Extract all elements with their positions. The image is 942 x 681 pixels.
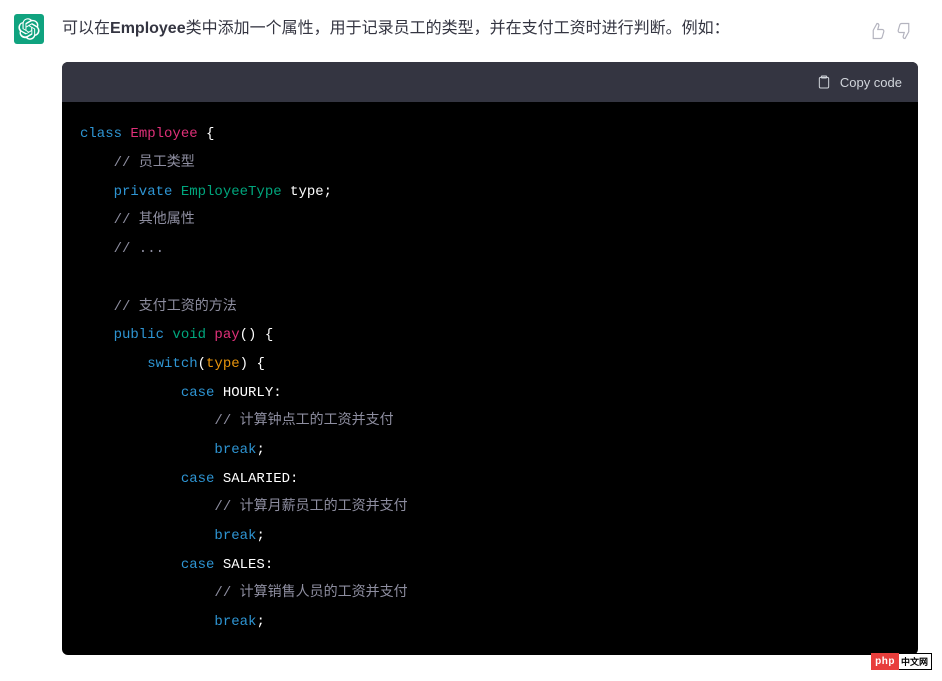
thumbs-down-button[interactable] bbox=[896, 22, 914, 40]
watermark: php 中文网 bbox=[871, 653, 932, 670]
openai-logo-icon bbox=[18, 18, 40, 40]
copy-code-label: Copy code bbox=[840, 75, 902, 90]
thumbs-up-icon bbox=[868, 22, 886, 40]
assistant-avatar bbox=[14, 14, 44, 44]
copy-code-button[interactable]: Copy code bbox=[816, 74, 902, 90]
clipboard-icon bbox=[816, 74, 832, 90]
message-text: 可以在Employee类中添加一个属性，用于记录员工的类型，并在支付工资时进行判… bbox=[62, 14, 918, 44]
message-body: 可以在Employee类中添加一个属性，用于记录员工的类型，并在支付工资时进行判… bbox=[62, 14, 918, 655]
code-block: Copy code class Employee { // 员工类型 priva… bbox=[62, 62, 918, 654]
thumbs-up-button[interactable] bbox=[868, 22, 886, 40]
thumbs-down-icon bbox=[896, 22, 914, 40]
watermark-left: php bbox=[871, 653, 899, 670]
assistant-message: 可以在Employee类中添加一个属性，用于记录员工的类型，并在支付工资时进行判… bbox=[0, 0, 942, 655]
feedback-buttons bbox=[868, 22, 914, 40]
code-header: Copy code bbox=[62, 62, 918, 102]
watermark-right: 中文网 bbox=[899, 653, 932, 670]
code-content: class Employee { // 员工类型 private Employe… bbox=[62, 102, 918, 654]
